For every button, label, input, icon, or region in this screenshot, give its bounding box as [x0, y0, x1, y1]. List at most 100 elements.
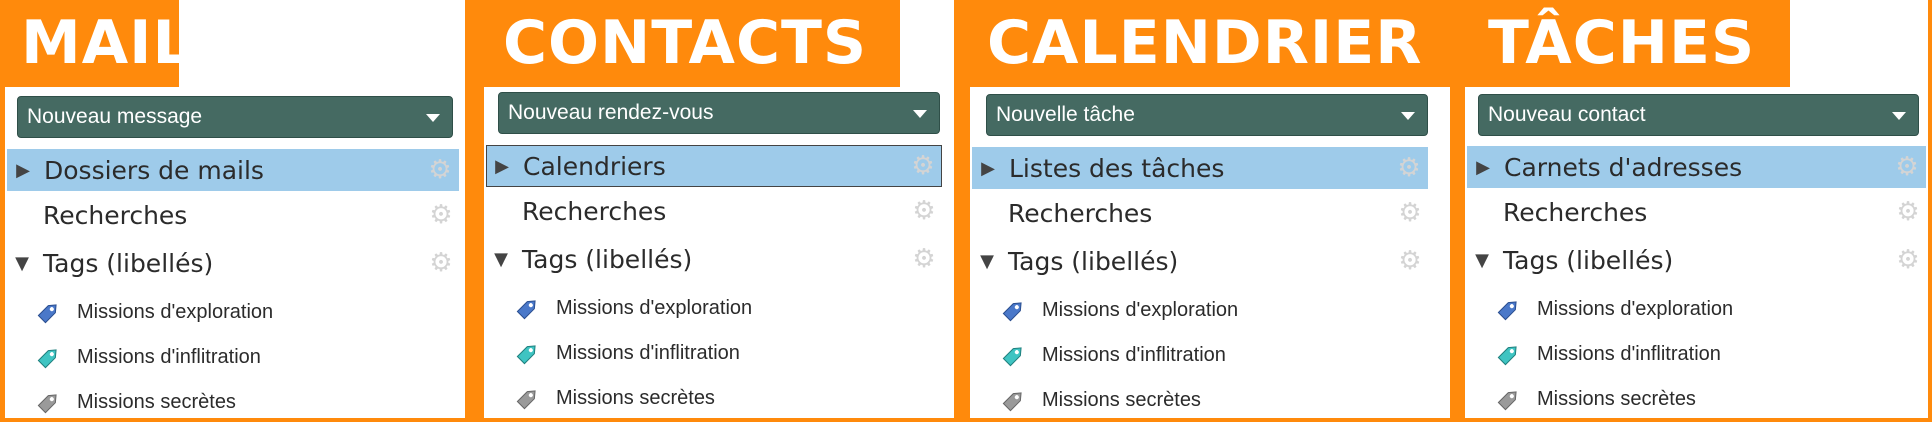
gear-icon[interactable]: ⚙ [429, 250, 453, 276]
tag-icon [516, 300, 536, 320]
tag-icon [1002, 392, 1022, 412]
tags-label: Tags (libellés) [522, 244, 693, 274]
chevron-down-icon[interactable] [913, 110, 927, 118]
tag-icon [1497, 391, 1517, 411]
triangle-down-icon[interactable]: ▼ [1467, 250, 1497, 271]
tag-icon [516, 345, 536, 365]
folder-tree-item[interactable]: ▶ Dossiers de mails ⚙ [7, 149, 459, 191]
dropdown-label: Nouveau rendez-vous [508, 101, 714, 124]
gear-icon[interactable]: ⚙ [912, 198, 936, 224]
tag-label: Missions d'exploration [77, 300, 274, 323]
tag-item[interactable]: Missions d'exploration [514, 290, 752, 326]
searches-label: Recherches [522, 196, 667, 226]
tag-icon [37, 304, 57, 324]
gear-icon[interactable]: ⚙ [912, 246, 936, 272]
gear-icon[interactable]: ⚙ [1895, 154, 1919, 180]
folder-tree-item[interactable]: ▶ Calendriers ⚙ [486, 145, 942, 187]
new-item-dropdown[interactable]: Nouveau rendez-vous [498, 92, 940, 134]
tags-label: Tags (libellés) [1503, 245, 1674, 275]
tags-header[interactable]: ▼ Tags (libellés) ⚙ [1467, 240, 1926, 280]
tag-item[interactable]: Missions d'inflitration [1000, 337, 1226, 373]
tag-icon [1497, 346, 1517, 366]
gear-icon[interactable]: ⚙ [1896, 247, 1920, 273]
tag-item[interactable]: Missions d'exploration [1000, 292, 1238, 328]
tags-header[interactable]: ▼ Tags (libellés) ⚙ [7, 243, 459, 283]
triangle-right-icon[interactable]: ▶ [1468, 157, 1498, 178]
folder-tree-item[interactable]: ▶ Carnets d'adresses ⚙ [1467, 146, 1926, 188]
tag-label: Missions secrètes [556, 386, 715, 409]
panel-contacts: CONTACTS Nouveau rendez-vous ▶ Calendrie… [484, 0, 954, 418]
panel-title: CALENDRIER [970, 0, 1450, 87]
gear-icon[interactable]: ⚙ [1398, 200, 1422, 226]
tag-label: Missions d'inflitration [77, 345, 261, 368]
tag-icon [1002, 302, 1022, 322]
tag-item[interactable]: Missions secrètes [1495, 381, 1696, 417]
tag-icon [37, 394, 57, 414]
dropdown-label: Nouveau contact [1488, 103, 1646, 126]
searches-item[interactable]: Recherches ⚙ [1467, 192, 1926, 232]
chevron-down-icon[interactable] [1892, 112, 1906, 120]
tag-item[interactable]: Missions secrètes [1000, 382, 1201, 418]
folder-tree-item[interactable]: ▶ Listes des tâches ⚙ [972, 147, 1428, 189]
panel-title: TÂCHES [1465, 0, 1790, 87]
tag-label: Missions secrètes [1042, 388, 1201, 411]
panel-title: CONTACTS [484, 0, 900, 87]
tag-label: Missions d'inflitration [556, 341, 740, 364]
searches-item[interactable]: Recherches ⚙ [486, 191, 942, 231]
dropdown-label: Nouvelle tâche [996, 103, 1135, 126]
panel-title: MAIL [5, 0, 191, 87]
tag-label: Missions d'exploration [1537, 297, 1734, 320]
gear-icon[interactable]: ⚙ [1397, 155, 1421, 181]
new-item-dropdown[interactable]: Nouvelle tâche [986, 94, 1428, 136]
folder-label: Listes des tâches [1009, 153, 1225, 183]
panel-mail: MAIL Nouveau message ▶ Dossiers de mails… [5, 0, 465, 418]
searches-item[interactable]: Recherches ⚙ [7, 195, 459, 235]
searches-label: Recherches [43, 200, 188, 230]
triangle-right-icon[interactable]: ▶ [8, 160, 38, 181]
dropdown-label: Nouveau message [27, 105, 203, 128]
panel-taches: TÂCHES Nouveau contact ▶ Carnets d'adres… [1465, 0, 1928, 418]
tag-label: Missions secrètes [77, 390, 236, 413]
tag-label: Missions secrètes [1537, 387, 1696, 410]
tags-label: Tags (libellés) [1008, 246, 1179, 276]
searches-item[interactable]: Recherches ⚙ [972, 193, 1428, 233]
tag-icon [516, 390, 536, 410]
tags-header[interactable]: ▼ Tags (libellés) ⚙ [486, 239, 942, 279]
tag-label: Missions d'exploration [1042, 298, 1239, 321]
tags-label: Tags (libellés) [43, 248, 214, 278]
tag-item[interactable]: Missions secrètes [35, 384, 236, 418]
tag-item[interactable]: Missions d'exploration [1495, 291, 1733, 327]
tag-item[interactable]: Missions d'inflitration [1495, 336, 1721, 372]
triangle-down-icon[interactable]: ▼ [7, 253, 37, 274]
tags-header[interactable]: ▼ Tags (libellés) ⚙ [972, 241, 1428, 281]
chevron-down-icon[interactable] [1401, 112, 1415, 120]
tag-item[interactable]: Missions d'exploration [35, 294, 273, 330]
tag-icon [1002, 347, 1022, 367]
folder-label: Calendriers [523, 151, 666, 181]
triangle-right-icon[interactable]: ▶ [973, 158, 1003, 179]
tag-item[interactable]: Missions secrètes [514, 380, 715, 416]
tag-item[interactable]: Missions d'inflitration [514, 335, 740, 371]
gear-icon[interactable]: ⚙ [911, 153, 935, 179]
tag-icon [1497, 301, 1517, 321]
tag-label: Missions d'exploration [556, 296, 753, 319]
tag-icon [37, 349, 57, 369]
new-item-dropdown[interactable]: Nouveau contact [1478, 94, 1919, 136]
searches-label: Recherches [1503, 197, 1648, 227]
chevron-down-icon[interactable] [426, 114, 440, 122]
tag-label: Missions d'inflitration [1537, 342, 1721, 365]
gear-icon[interactable]: ⚙ [429, 202, 453, 228]
searches-label: Recherches [1008, 198, 1153, 228]
triangle-down-icon[interactable]: ▼ [972, 251, 1002, 272]
tag-item[interactable]: Missions d'inflitration [35, 339, 261, 375]
gear-icon[interactable]: ⚙ [1896, 199, 1920, 225]
gear-icon[interactable]: ⚙ [428, 157, 452, 183]
triangle-down-icon[interactable]: ▼ [486, 249, 516, 270]
new-item-dropdown[interactable]: Nouveau message [17, 96, 453, 138]
gear-icon[interactable]: ⚙ [1398, 248, 1422, 274]
tag-label: Missions d'inflitration [1042, 343, 1226, 366]
folder-label: Carnets d'adresses [1504, 152, 1743, 182]
folder-label: Dossiers de mails [44, 155, 264, 185]
panel-calendrier: CALENDRIER Nouvelle tâche ▶ Listes des t… [970, 0, 1450, 418]
triangle-right-icon[interactable]: ▶ [487, 156, 517, 177]
